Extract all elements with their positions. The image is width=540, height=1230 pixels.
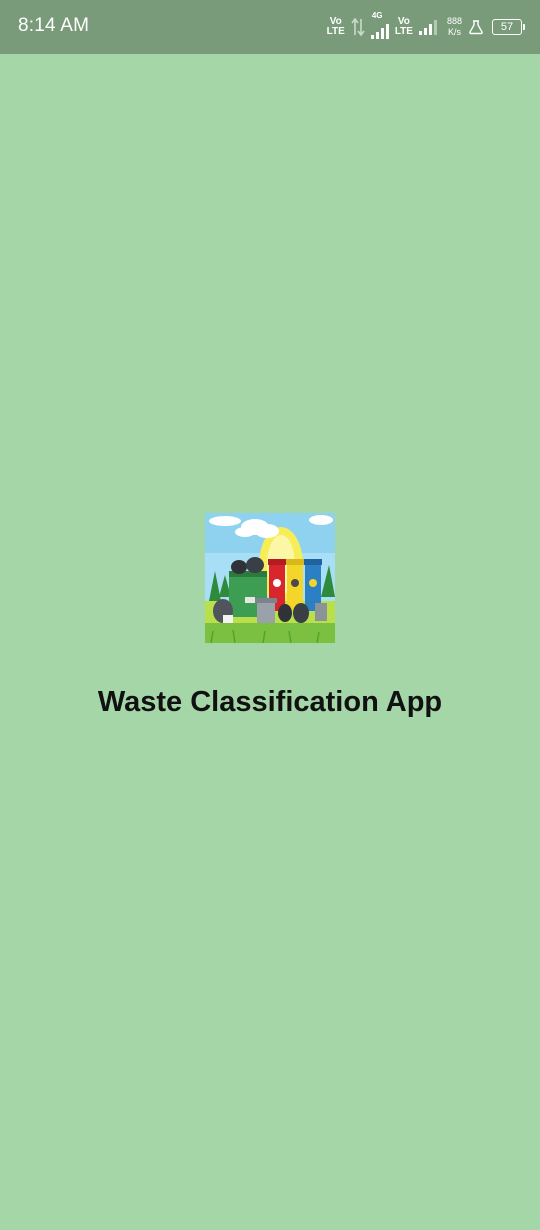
volte-2-bottom: LTE: [394, 26, 413, 37]
status-time: 8:14 AM: [18, 15, 90, 36]
status-icons: Vo LTE 4G Vo LTE 888 K/s 57: [327, 11, 525, 40]
waste-bins-illustration-icon: [205, 513, 335, 643]
net-speed-unit: K/s: [447, 27, 461, 37]
data-transfer-icon: [351, 17, 365, 37]
net-speed: 888 K/s: [447, 16, 462, 38]
signal-strength-icon: [418, 19, 437, 35]
volte-1-bottom: LTE: [326, 26, 345, 37]
volte-2-icon: Vo LTE: [395, 17, 413, 37]
net-speed-value: 888: [446, 16, 462, 26]
app-title: Waste Classification App: [97, 686, 443, 718]
network-type-label: 4G: [371, 11, 383, 20]
battery-level: 57: [500, 21, 514, 33]
status-bar: 8:14 AM Vo LTE 4G Vo LTE 888 K/s 57: [0, 0, 540, 54]
volte-1-icon: Vo LTE: [327, 17, 345, 37]
flask-icon: [469, 20, 483, 35]
battery-icon: 57: [492, 19, 525, 35]
signal-4g-icon: 4G: [370, 11, 389, 39]
